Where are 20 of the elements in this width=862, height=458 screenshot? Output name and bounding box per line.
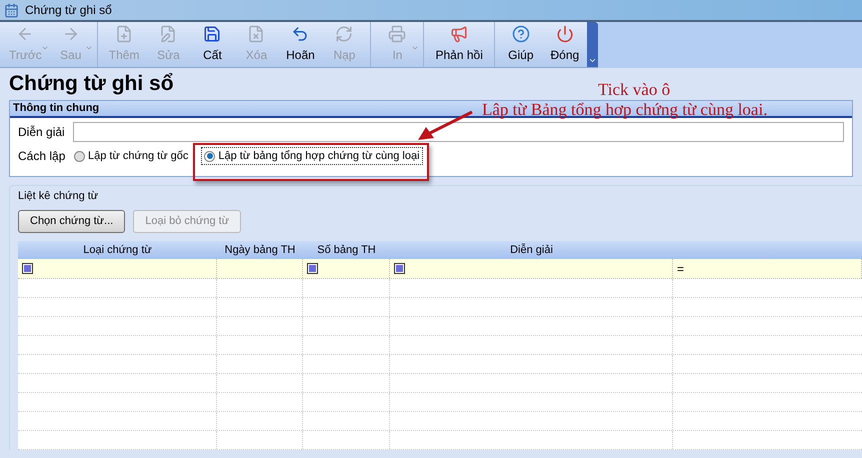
annotation-note: Lập từ Bảng tổng hợp chứng từ cùng loại. (482, 99, 768, 121)
field-label: Diễn giải (18, 124, 66, 141)
field-label: Cách lập (18, 148, 66, 165)
annotation-note: Tick vào ô (598, 79, 670, 101)
radio-option[interactable]: Lập từ chứng từ gốc (72, 148, 190, 164)
action-button[interactable]: Chọn chứng từ... (18, 210, 126, 233)
page-heading: Chứng từ ghi sổ (9, 71, 174, 98)
column-header[interactable]: Ngày bảng TH (217, 241, 303, 259)
radio-option[interactable]: Lập từ bảng tổng hợp chứng từ cùng loại (202, 148, 422, 164)
window-title: Chứng từ ghi sổ (25, 2, 112, 19)
toolbar-button[interactable]: Giúp (498, 22, 543, 67)
column-header[interactable]: Diễn giải (390, 241, 673, 259)
filter-operator[interactable]: = (677, 262, 684, 274)
column-header[interactable]: Loại chứng từ (18, 241, 217, 259)
toolbar-button[interactable]: Cất (190, 22, 234, 67)
group-title: Liệt kê chứng từ (18, 189, 100, 204)
toolbar-button[interactable]: Phản hồi (428, 22, 490, 67)
column-header[interactable]: Số bảng TH (303, 241, 390, 259)
toolbar-button[interactable]: Hoãn (278, 22, 322, 67)
toolbar-button[interactable]: Đóng (542, 22, 587, 67)
